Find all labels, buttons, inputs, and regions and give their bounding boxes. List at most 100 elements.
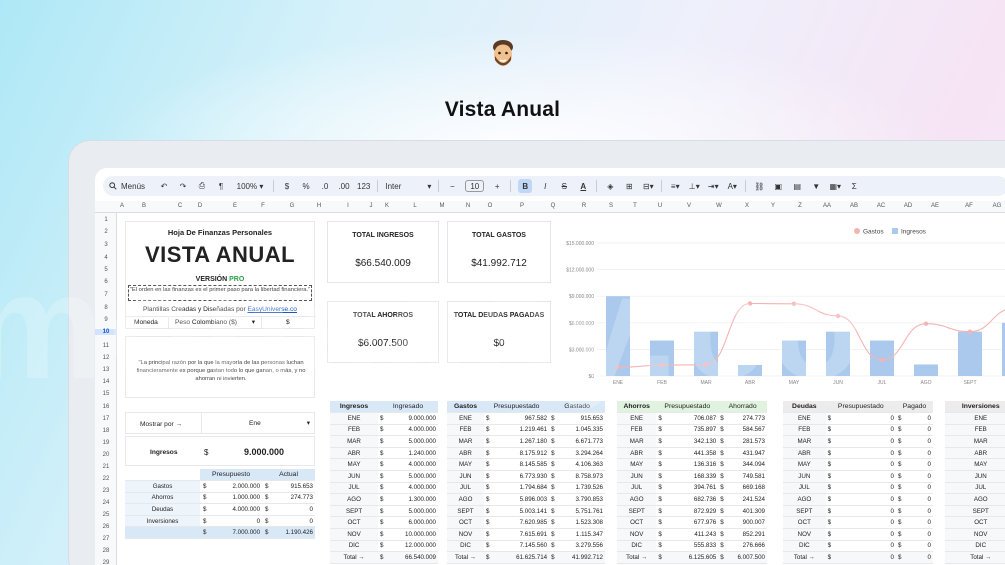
- table-cell[interactable]: 3.790.853: [557, 493, 605, 506]
- table-cell[interactable]: $: [484, 470, 493, 483]
- table-cell[interactable]: $: [656, 435, 665, 448]
- table-cell[interactable]: $: [895, 482, 904, 495]
- align-horizontal-icon[interactable]: ≡▾: [669, 179, 681, 193]
- table-cell[interactable]: 66.540.009: [386, 551, 438, 564]
- column-header[interactable]: C: [178, 203, 182, 209]
- table-header-cell[interactable]: Deudas: [783, 401, 826, 414]
- table-cell[interactable]: 682.736: [664, 493, 719, 506]
- table-cell[interactable]: $: [718, 551, 727, 564]
- table-cell[interactable]: Total →: [783, 551, 826, 564]
- table-cell[interactable]: $: [656, 528, 665, 541]
- table-cell[interactable]: 6.000.000: [386, 516, 438, 530]
- table-cell[interactable]: 0: [903, 493, 933, 506]
- table-cell[interactable]: $: [718, 505, 727, 518]
- table-cell[interactable]: $: [656, 493, 665, 506]
- merge-cells-icon[interactable]: ⊟▾: [642, 179, 654, 193]
- table-cell[interactable]: 1.739.526: [557, 482, 605, 495]
- table-cell[interactable]: NOV: [783, 528, 826, 541]
- table-cell[interactable]: 0: [903, 516, 933, 530]
- table-cell[interactable]: ABR: [945, 447, 1005, 460]
- table-header-cell[interactable]: Ingresado: [378, 401, 438, 414]
- increase-decimal-button[interactable]: .00: [338, 179, 350, 193]
- table-cell[interactable]: $: [378, 435, 387, 448]
- row-header[interactable]: 9: [95, 317, 117, 323]
- table-cell[interactable]: 0: [903, 458, 933, 472]
- insert-comment-icon[interactable]: ▣: [772, 179, 784, 193]
- income-expense-chart[interactable]: Gastos Ingresos $0 $3.000.000 $6.000.000 $9.0…: [557, 221, 1005, 389]
- table-cell[interactable]: NOV: [945, 528, 1005, 541]
- column-header[interactable]: R: [582, 203, 586, 209]
- row-header[interactable]: 8: [95, 305, 117, 311]
- table-cell[interactable]: $: [718, 470, 727, 483]
- column-header[interactable]: H: [317, 203, 321, 209]
- table-cell[interactable]: $: [484, 458, 493, 472]
- table-cell[interactable]: $: [549, 505, 558, 518]
- table-cell[interactable]: JUL: [447, 482, 485, 495]
- table-cell[interactable]: MAR: [617, 435, 657, 448]
- table-cell[interactable]: $: [895, 493, 904, 506]
- row-header[interactable]: 25: [95, 512, 117, 518]
- table-cell[interactable]: $: [378, 493, 387, 506]
- table-cell[interactable]: 0: [833, 447, 896, 460]
- table-cell[interactable]: 749.581: [726, 470, 767, 483]
- table-cell[interactable]: 10.000.000: [386, 528, 438, 541]
- table-cell[interactable]: $: [378, 528, 387, 541]
- table-cell[interactable]: $: [549, 540, 558, 553]
- table-cell[interactable]: 6.671.773: [557, 435, 605, 448]
- table-cell[interactable]: $: [825, 516, 834, 530]
- table-cell[interactable]: SEPT: [783, 505, 826, 518]
- column-header[interactable]: W: [716, 203, 722, 209]
- table-cell[interactable]: OCT: [617, 516, 657, 530]
- table-cell[interactable]: $: [825, 551, 834, 564]
- table-header-cell[interactable]: Presupuesto: [200, 469, 263, 482]
- table-cell[interactable]: 6.007.500: [726, 551, 767, 564]
- table-cell[interactable]: $: [378, 551, 387, 564]
- table-cell[interactable]: ENE: [330, 412, 379, 425]
- column-header[interactable]: T: [633, 203, 637, 209]
- table-cell[interactable]: 12.000.000: [386, 540, 438, 553]
- table-cell[interactable]: 342.130: [664, 435, 719, 448]
- table-cell[interactable]: 1.794.684: [492, 482, 550, 495]
- bold-button[interactable]: B: [518, 179, 533, 193]
- row-header[interactable]: 26: [95, 524, 117, 530]
- table-cell[interactable]: 8.758.973: [557, 470, 605, 483]
- table-cell[interactable]: FEB: [783, 424, 826, 437]
- table-cell[interactable]: 0: [833, 458, 896, 472]
- row-header[interactable]: 7: [95, 292, 117, 298]
- table-cell[interactable]: OCT: [783, 516, 826, 530]
- table-cell[interactable]: $: [549, 424, 558, 437]
- search-menus-button[interactable]: Menús: [109, 179, 151, 193]
- table-cell[interactable]: $: [549, 482, 558, 495]
- row-header[interactable]: 12: [95, 355, 117, 361]
- table-header-cell[interactable]: Presupuestado: [484, 401, 550, 414]
- table-cell[interactable]: SEPT: [945, 505, 1005, 518]
- table-header-cell[interactable]: Inversiones: [945, 401, 1005, 414]
- table-cell[interactable]: $: [718, 482, 727, 495]
- table-cell[interactable]: 1.523.308: [557, 516, 605, 530]
- font-size-decrease-button[interactable]: −: [446, 179, 458, 193]
- table-cell[interactable]: 7.620.985: [492, 516, 550, 530]
- column-header[interactable]: A: [120, 203, 124, 209]
- table-cell[interactable]: 0: [833, 412, 896, 425]
- table-cell[interactable]: 3.294.264: [557, 447, 605, 460]
- column-header[interactable]: S: [609, 203, 613, 209]
- table-cell[interactable]: ABR: [617, 447, 657, 460]
- column-header[interactable]: AA: [823, 203, 831, 209]
- table-cell[interactable]: $: [484, 528, 493, 541]
- table-cell[interactable]: FEB: [330, 424, 379, 437]
- borders-icon[interactable]: ⊞: [623, 179, 635, 193]
- table-cell[interactable]: MAR: [945, 435, 1005, 448]
- table-cell[interactable]: $: [895, 412, 904, 425]
- table-cell[interactable]: 915.653: [557, 412, 605, 425]
- row-header[interactable]: 14: [95, 379, 117, 385]
- table-header-cell[interactable]: Gastado: [549, 401, 605, 414]
- table-cell[interactable]: $0: [262, 503, 315, 516]
- column-header[interactable]: I: [347, 203, 349, 209]
- table-cell[interactable]: MAY: [617, 458, 657, 472]
- table-cell[interactable]: JUL: [945, 482, 1005, 495]
- table-cell[interactable]: $: [718, 540, 727, 553]
- table-cell[interactable]: 0: [903, 412, 933, 425]
- table-cell[interactable]: $: [484, 447, 493, 460]
- table-cell[interactable]: NOV: [330, 528, 379, 541]
- table-cell[interactable]: 0: [903, 447, 933, 460]
